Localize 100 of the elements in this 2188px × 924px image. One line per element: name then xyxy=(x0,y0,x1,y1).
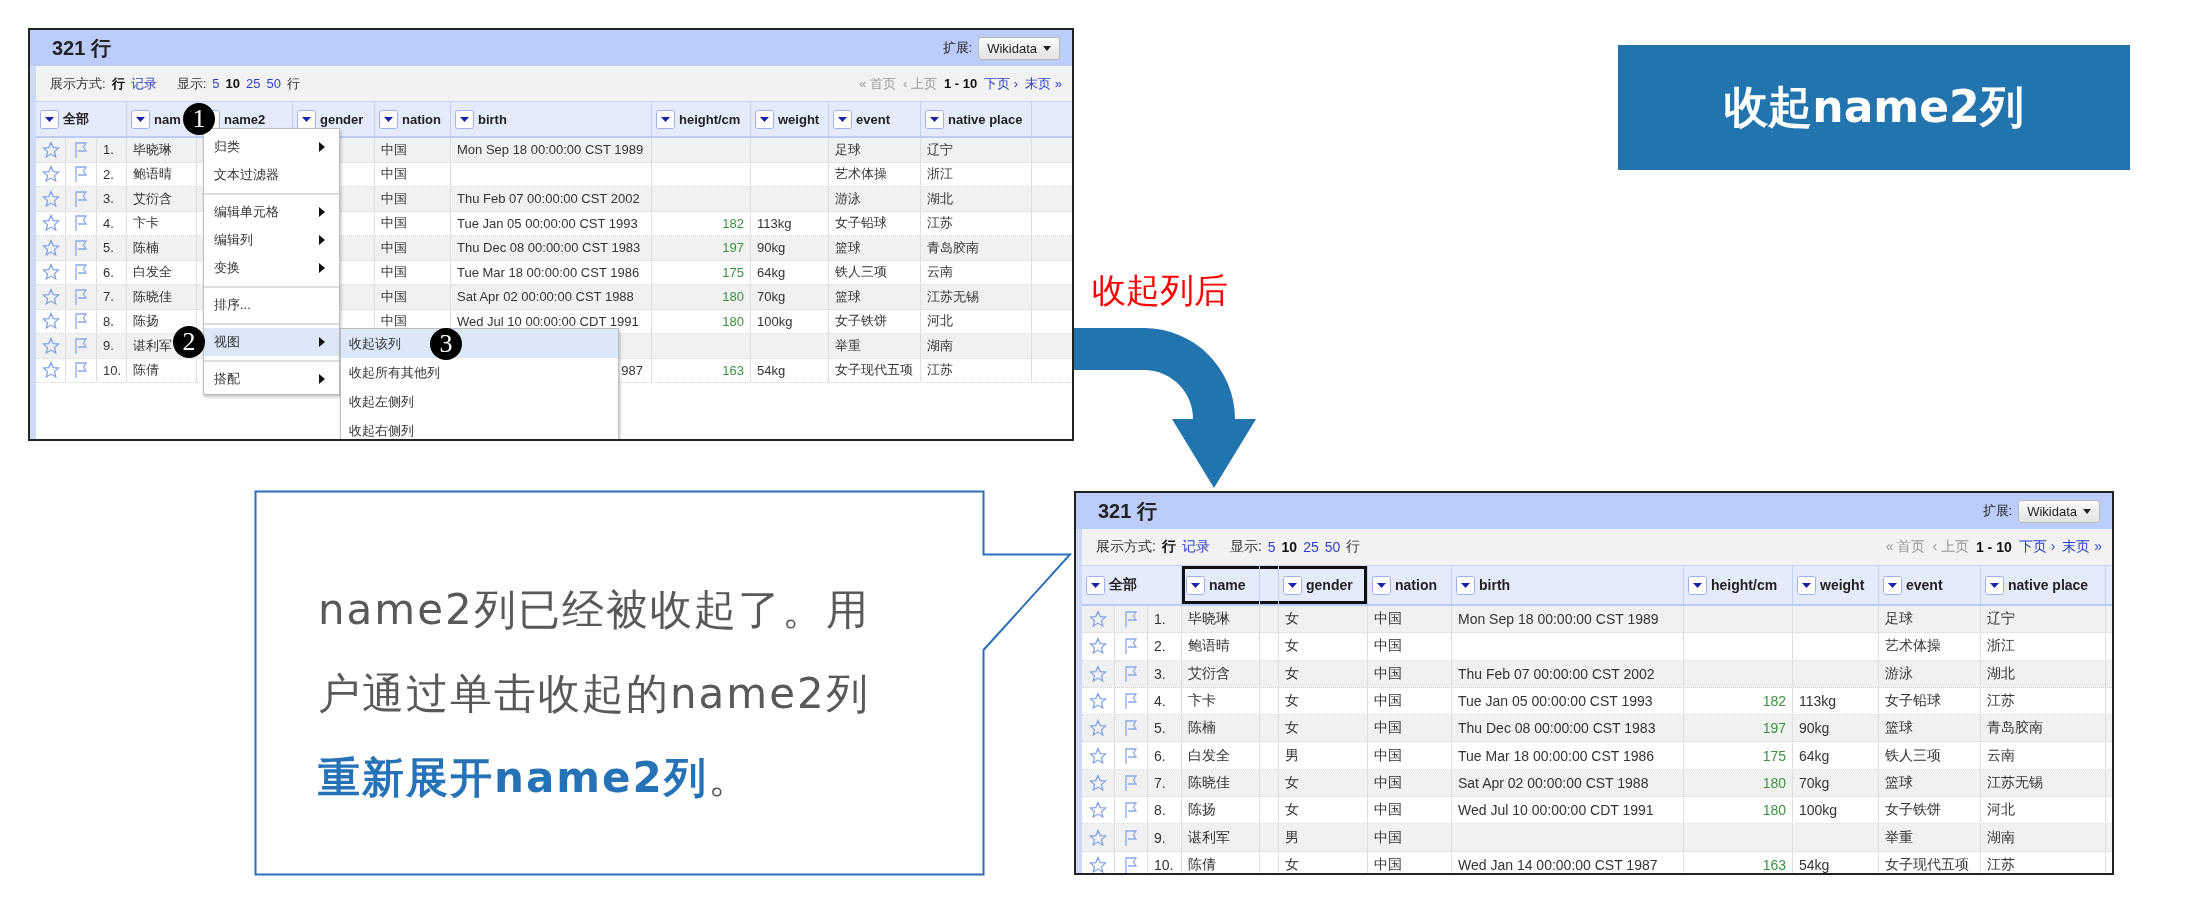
page-size-link[interactable]: 50 xyxy=(266,76,281,91)
column-menu-button[interactable] xyxy=(1883,575,1902,595)
star-icon[interactable] xyxy=(41,165,60,184)
page-size-link[interactable]: 50 xyxy=(1324,539,1341,555)
flag-icon[interactable] xyxy=(1123,828,1139,847)
star-icon[interactable] xyxy=(1089,746,1107,765)
column-menu-button[interactable] xyxy=(1086,575,1105,595)
flag-icon[interactable] xyxy=(73,263,89,282)
star-icon[interactable] xyxy=(41,140,60,159)
flag-icon[interactable] xyxy=(73,336,89,355)
flag-icon[interactable] xyxy=(73,287,89,306)
flag-icon[interactable] xyxy=(73,312,89,331)
page-range: 1 - 10 xyxy=(1975,539,2012,555)
extension-dropdown[interactable]: Wikidata xyxy=(2018,499,2100,523)
star-icon[interactable] xyxy=(41,263,60,282)
flag-icon[interactable] xyxy=(73,361,89,380)
table-cell: 白发全 xyxy=(127,260,197,284)
column-menu-button[interactable] xyxy=(1985,575,2004,595)
pager-link[interactable]: 下页 › xyxy=(2018,538,2056,556)
column-header[interactable]: birth xyxy=(1452,566,1684,604)
extension-dropdown[interactable]: Wikidata xyxy=(978,36,1060,60)
flag-icon[interactable] xyxy=(1123,719,1139,738)
flag-icon[interactable] xyxy=(1123,746,1139,765)
column-header[interactable]: nation xyxy=(1368,566,1452,604)
star-icon[interactable] xyxy=(41,336,60,355)
star-icon[interactable] xyxy=(41,287,60,306)
menu-item[interactable]: 视图 xyxy=(204,328,339,356)
page-size-link[interactable]: 5 xyxy=(212,76,220,91)
flag-icon[interactable] xyxy=(73,140,89,159)
menu-item[interactable]: 收起右侧列 xyxy=(341,416,618,439)
star-icon[interactable] xyxy=(41,361,60,380)
flag-icon[interactable] xyxy=(73,165,89,184)
view-mode-link[interactable]: 记录 xyxy=(1181,538,1210,556)
page-size-link[interactable]: 5 xyxy=(1267,539,1276,555)
pager-link[interactable]: 末页 » xyxy=(1025,74,1062,93)
menu-item[interactable]: 变换 xyxy=(204,254,339,282)
column-header[interactable] xyxy=(1260,566,1279,604)
star-icon[interactable] xyxy=(1089,719,1107,738)
menu-item[interactable]: 文本过滤器 xyxy=(204,161,339,189)
column-menu-button[interactable] xyxy=(925,109,944,129)
column-menu-button[interactable] xyxy=(1456,575,1475,595)
column-menu-button[interactable] xyxy=(656,109,675,129)
menu-item[interactable]: 归类 xyxy=(204,133,339,161)
column-menu-button[interactable] xyxy=(379,109,398,129)
table-cell: 中国 xyxy=(375,162,451,186)
column-menu-button[interactable] xyxy=(1797,575,1816,595)
flag-icon[interactable] xyxy=(1123,610,1139,629)
pager-link: ‹ 上页 xyxy=(903,74,937,93)
page-size-link[interactable]: 10 xyxy=(225,76,240,91)
star-icon[interactable] xyxy=(1089,828,1107,847)
page-size-link[interactable]: 25 xyxy=(245,76,261,91)
view-mode-link[interactable]: 记录 xyxy=(130,74,157,93)
pager-link[interactable]: 下页 › xyxy=(984,74,1019,93)
menu-item[interactable]: 搭配 xyxy=(204,365,339,393)
flag-icon[interactable] xyxy=(1123,692,1139,711)
star-icon[interactable] xyxy=(41,189,60,208)
table-cell: 游泳 xyxy=(1879,660,1981,687)
view-mode-link[interactable]: 行 xyxy=(1161,538,1176,556)
flag-icon[interactable] xyxy=(1123,664,1139,683)
column-header[interactable]: native place xyxy=(1981,566,2106,604)
page-size-link[interactable]: 10 xyxy=(1281,539,1298,555)
column-header[interactable]: event xyxy=(1879,566,1981,604)
column-header[interactable]: height/cm xyxy=(1684,566,1793,604)
page-size-link[interactable]: 25 xyxy=(1303,539,1319,555)
flag-icon[interactable] xyxy=(1123,855,1139,873)
star-icon[interactable] xyxy=(41,238,60,257)
column-menu-button[interactable] xyxy=(755,109,774,129)
pager-link[interactable]: 末页 » xyxy=(2062,538,2102,556)
column-header[interactable]: gender xyxy=(1279,566,1368,604)
column-menu-button[interactable] xyxy=(1372,575,1391,595)
flag-icon[interactable] xyxy=(73,238,89,257)
flag-icon[interactable] xyxy=(1123,773,1139,792)
column-menu-button[interactable] xyxy=(455,109,474,129)
column-menu-button[interactable] xyxy=(1186,575,1205,595)
view-mode-link[interactable]: 行 xyxy=(111,74,125,93)
star-icon[interactable] xyxy=(1089,664,1107,683)
flag-icon[interactable] xyxy=(73,189,89,208)
flag-icon[interactable] xyxy=(1123,637,1139,656)
star-icon[interactable] xyxy=(1089,692,1107,711)
star-icon[interactable] xyxy=(41,312,60,331)
column-menu-button[interactable] xyxy=(1688,575,1707,595)
menu-item[interactable]: 编辑单元格 xyxy=(204,198,339,226)
flag-icon[interactable] xyxy=(1123,801,1139,820)
column-header[interactable]: weight xyxy=(1793,566,1879,604)
star-icon[interactable] xyxy=(1089,773,1107,792)
column-menu-button[interactable] xyxy=(40,109,59,129)
column-menu-button[interactable] xyxy=(833,109,852,129)
star-icon[interactable] xyxy=(1089,855,1107,873)
column-header[interactable]: name xyxy=(1182,566,1260,604)
column-menu-button[interactable] xyxy=(131,109,150,129)
menu-item[interactable]: 排序... xyxy=(204,291,339,319)
menu-item[interactable]: 编辑列 xyxy=(204,226,339,254)
column-menu-button[interactable] xyxy=(297,109,316,129)
star-icon[interactable] xyxy=(41,214,60,233)
column-menu-button[interactable] xyxy=(1283,575,1302,595)
menu-item[interactable]: 收起左侧列 xyxy=(341,387,618,416)
star-icon[interactable] xyxy=(1089,801,1107,820)
star-icon[interactable] xyxy=(1089,637,1107,656)
star-icon[interactable] xyxy=(1089,610,1107,629)
flag-icon[interactable] xyxy=(73,214,89,233)
